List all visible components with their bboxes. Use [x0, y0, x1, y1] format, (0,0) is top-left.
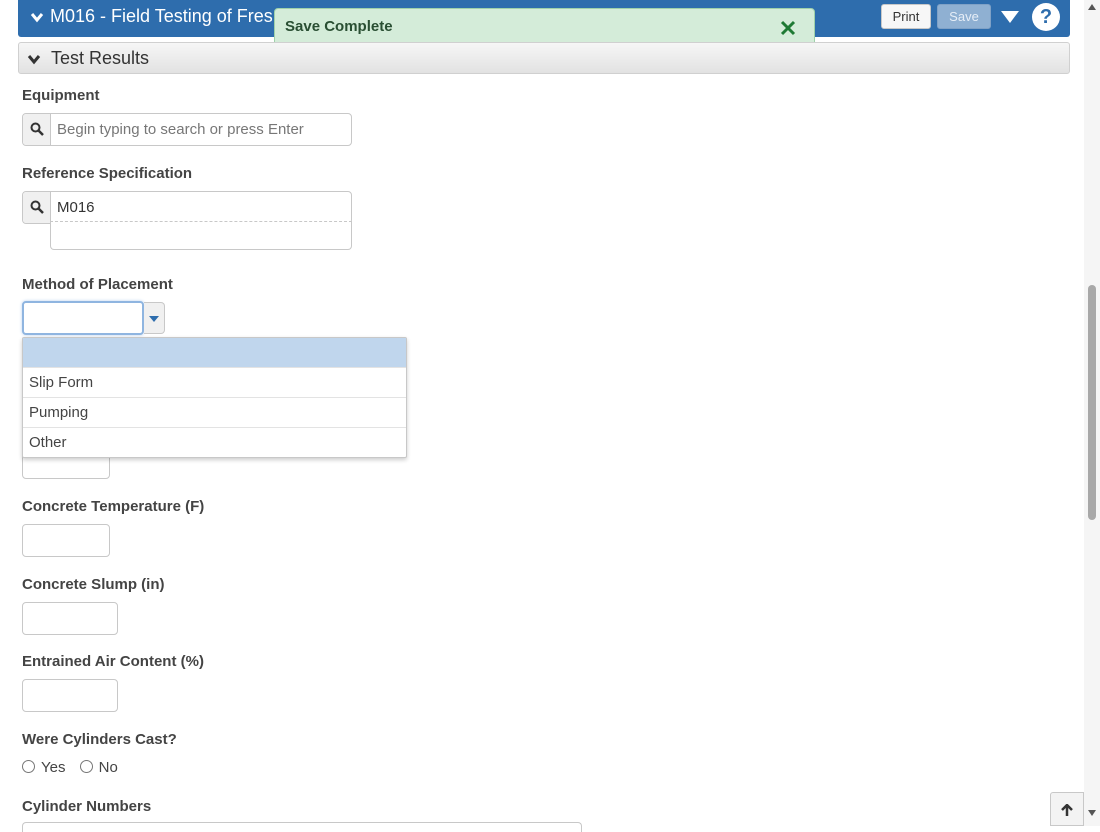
page-title: M016 - Field Testing of Fres [50, 6, 273, 26]
search-icon [30, 122, 44, 136]
equipment-search-button[interactable] [23, 114, 51, 145]
caret-down-icon[interactable] [1001, 11, 1019, 23]
cylinders-cast-radio-group: Yes No [22, 759, 128, 776]
search-icon [30, 200, 44, 214]
close-icon[interactable] [780, 20, 796, 36]
cylinders-cast-label: Were Cylinders Cast? [22, 731, 177, 748]
help-icon[interactable]: ? [1032, 3, 1060, 31]
no-radio-label[interactable]: No [99, 759, 118, 776]
method-of-placement-options: Slip Form Pumping Other [22, 337, 407, 458]
concrete-slump-label: Concrete Slump (in) [22, 576, 165, 593]
chevron-down-icon[interactable] [30, 10, 44, 24]
reference-specification-input[interactable] [57, 192, 347, 223]
method-of-placement-dropdown-button[interactable] [144, 302, 165, 334]
equipment-search-group [22, 113, 352, 146]
concrete-temperature-input[interactable] [22, 524, 110, 557]
option-blank[interactable] [23, 338, 406, 368]
cylinder-numbers-input[interactable] [22, 822, 582, 832]
print-button[interactable]: Print [881, 4, 931, 29]
option-pumping[interactable]: Pumping [23, 398, 406, 428]
arrow-up-icon [1061, 804, 1073, 816]
concrete-temperature-label: Concrete Temperature (F) [22, 498, 205, 515]
method-of-placement-select[interactable] [22, 301, 144, 335]
save-button[interactable]: Save [937, 4, 991, 29]
page-scrollbar[interactable] [1084, 0, 1100, 826]
equipment-search-input[interactable] [57, 114, 347, 145]
equipment-label: Equipment [22, 87, 100, 104]
option-other[interactable]: Other [23, 428, 406, 458]
yes-radio[interactable] [22, 760, 35, 773]
scroll-up-icon[interactable] [1088, 4, 1096, 10]
entrained-air-content-label: Entrained Air Content (%) [22, 653, 204, 670]
back-to-top-button[interactable] [1050, 792, 1084, 826]
no-radio[interactable] [79, 760, 93, 773]
reference-specification-search-group [22, 191, 352, 224]
chevron-down-icon[interactable] [27, 53, 41, 65]
yes-radio-label[interactable]: Yes [41, 759, 65, 776]
concrete-slump-input[interactable] [22, 602, 118, 635]
option-slip-form[interactable]: Slip Form [23, 368, 406, 398]
caret-down-icon [149, 316, 159, 322]
reference-specification-search-button[interactable] [23, 192, 51, 223]
section-title: Test Results [51, 48, 150, 68]
reference-specification-description [50, 221, 352, 250]
entrained-air-content-input[interactable] [22, 679, 118, 712]
reference-specification-label: Reference Specification [22, 165, 193, 182]
scrollbar-thumb[interactable] [1088, 285, 1096, 520]
method-of-placement-label: Method of Placement [22, 276, 173, 293]
section-header-test-results[interactable]: Test Results [18, 42, 1070, 74]
toast-message: Save Complete [285, 18, 393, 35]
cylinder-numbers-label: Cylinder Numbers [22, 798, 152, 815]
scroll-down-icon[interactable] [1088, 810, 1096, 816]
